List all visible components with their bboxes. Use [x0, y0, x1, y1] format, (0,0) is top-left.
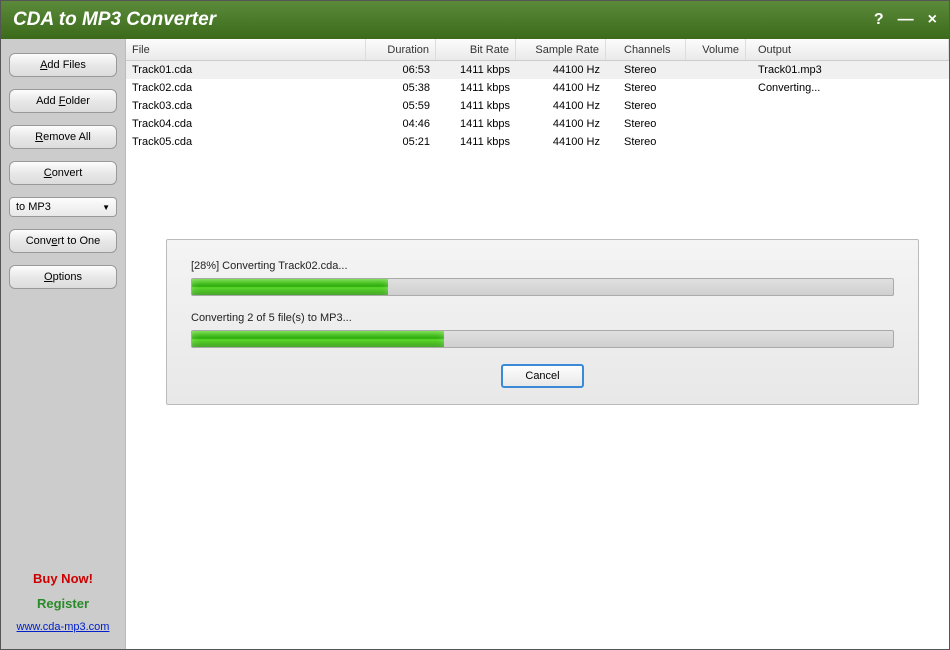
sidebar-buttons: Add Files Add Folder Remove All Convert … — [9, 53, 117, 289]
cell-channels: Stereo — [606, 100, 686, 112]
cell-duration: 05:59 — [366, 100, 436, 112]
col-output[interactable]: Output — [746, 39, 949, 60]
remove-all-button[interactable]: Remove All — [9, 125, 117, 149]
file-table: File Duration Bit Rate Sample Rate Chann… — [126, 39, 949, 151]
close-icon[interactable]: × — [928, 11, 937, 29]
cell-output: Track01.mp3 — [746, 64, 949, 76]
spacer — [9, 289, 117, 571]
convert-button[interactable]: Convert — [9, 161, 117, 185]
progress-panel: [28%] Converting Track02.cda... Converti… — [166, 239, 919, 405]
current-progress-label: [28%] Converting Track02.cda... — [191, 260, 894, 272]
add-folder-button[interactable]: Add Folder — [9, 89, 117, 113]
table-row[interactable]: Track04.cda04:461411 kbps44100 HzStereo — [126, 115, 949, 133]
table-row[interactable]: Track01.cda06:531411 kbps44100 HzStereo T… — [126, 61, 949, 79]
sidebar: Add Files Add Folder Remove All Convert … — [1, 39, 126, 649]
options-button[interactable]: Options — [9, 265, 117, 289]
website-link[interactable]: www.cda-mp3.com — [17, 621, 110, 633]
cell-samplerate: 44100 Hz — [516, 136, 606, 148]
current-progress-fill — [192, 279, 388, 295]
chevron-down-icon: ▼ — [102, 203, 110, 212]
cell-output: Converting... — [746, 82, 949, 94]
app-window: CDA to MP3 Converter ? — × Add Files Add… — [0, 0, 950, 650]
table-header: File Duration Bit Rate Sample Rate Chann… — [126, 39, 949, 61]
col-duration[interactable]: Duration — [366, 39, 436, 60]
cell-bitrate: 1411 kbps — [436, 64, 516, 76]
cell-samplerate: 44100 Hz — [516, 82, 606, 94]
cell-file: Track02.cda — [126, 82, 366, 94]
col-volume[interactable]: Volume — [686, 39, 746, 60]
cell-samplerate: 44100 Hz — [516, 100, 606, 112]
cell-channels: Stereo — [606, 82, 686, 94]
buy-now-link[interactable]: Buy Now! — [33, 571, 93, 586]
current-progress-bar — [191, 278, 894, 296]
cell-file: Track04.cda — [126, 118, 366, 130]
window-controls: ? — × — [874, 11, 937, 29]
overall-progress-bar — [191, 330, 894, 348]
cell-bitrate: 1411 kbps — [436, 100, 516, 112]
cell-samplerate: 44100 Hz — [516, 118, 606, 130]
main-area: File Duration Bit Rate Sample Rate Chann… — [126, 39, 949, 649]
app-title: CDA to MP3 Converter — [13, 9, 874, 31]
table-row[interactable]: Track05.cda05:211411 kbps44100 HzStereo — [126, 133, 949, 151]
convert-to-one-button[interactable]: Convert to One — [9, 229, 117, 253]
cell-file: Track03.cda — [126, 100, 366, 112]
cell-channels: Stereo — [606, 64, 686, 76]
footer-links: Buy Now! Register www.cda-mp3.com — [9, 571, 117, 639]
col-channels[interactable]: Channels — [606, 39, 686, 60]
table-body: Track01.cda06:531411 kbps44100 HzStereoT… — [126, 61, 949, 151]
format-select[interactable]: to MP3 ▼ — [9, 197, 117, 217]
cell-bitrate: 1411 kbps — [436, 82, 516, 94]
cell-channels: Stereo — [606, 118, 686, 130]
add-files-button[interactable]: Add Files — [9, 53, 117, 77]
cell-duration: 05:21 — [366, 136, 436, 148]
titlebar: CDA to MP3 Converter ? — × — [1, 1, 949, 39]
cell-file: Track01.cda — [126, 64, 366, 76]
cell-bitrate: 1411 kbps — [436, 136, 516, 148]
cell-duration: 06:53 — [366, 64, 436, 76]
col-samplerate[interactable]: Sample Rate — [516, 39, 606, 60]
cell-duration: 05:38 — [366, 82, 436, 94]
table-row[interactable]: Track03.cda05:591411 kbps44100 HzStereo — [126, 97, 949, 115]
col-file[interactable]: File — [126, 39, 366, 60]
overall-progress-fill — [192, 331, 444, 347]
format-select-value: to MP3 — [16, 201, 51, 213]
help-icon[interactable]: ? — [874, 11, 884, 29]
cell-duration: 04:46 — [366, 118, 436, 130]
cell-bitrate: 1411 kbps — [436, 118, 516, 130]
cell-samplerate: 44100 Hz — [516, 64, 606, 76]
body: Add Files Add Folder Remove All Convert … — [1, 39, 949, 649]
minimize-icon[interactable]: — — [898, 11, 914, 29]
cancel-row: Cancel — [191, 364, 894, 388]
cancel-button[interactable]: Cancel — [501, 364, 583, 388]
cell-channels: Stereo — [606, 136, 686, 148]
col-bitrate[interactable]: Bit Rate — [436, 39, 516, 60]
overall-progress-label: Converting 2 of 5 file(s) to MP3... — [191, 312, 894, 324]
cell-file: Track05.cda — [126, 136, 366, 148]
register-link[interactable]: Register — [37, 596, 89, 611]
table-row[interactable]: Track02.cda05:381411 kbps44100 HzStereo C… — [126, 79, 949, 97]
